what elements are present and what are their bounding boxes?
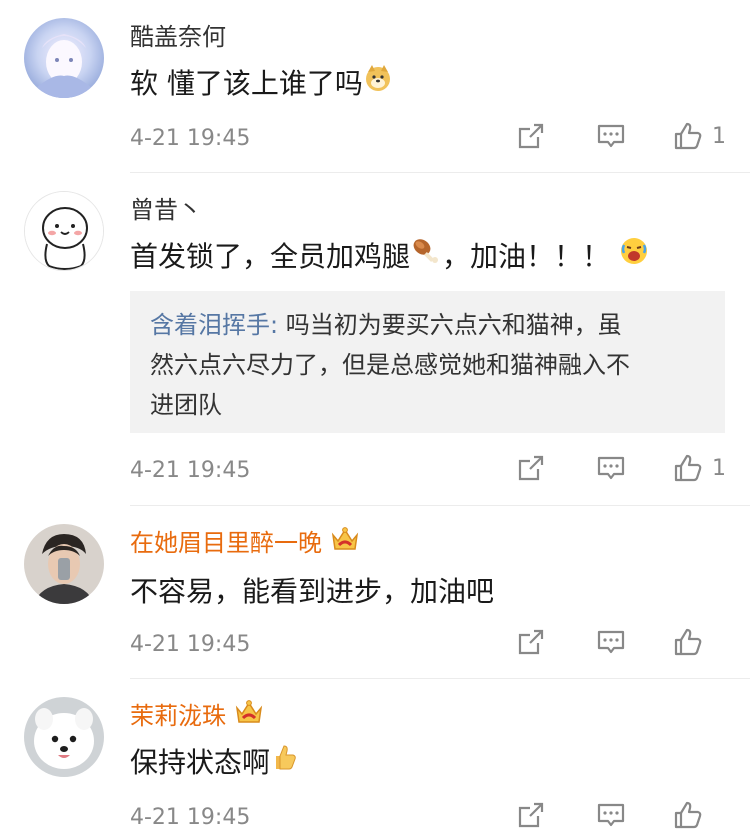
reply-line: 然六点六尽力了，但是总感觉她和猫神融入不 <box>150 351 630 379</box>
username[interactable]: 酷盖奈何 <box>130 22 226 52</box>
comment-item: 酷盖奈何 软 懂了该上谁了吗 4-21 19:45 1 <box>0 0 750 172</box>
avatar[interactable] <box>24 524 104 604</box>
share-button[interactable] <box>516 453 546 483</box>
share-icon <box>518 123 544 149</box>
comment-icon <box>597 803 625 827</box>
share-icon <box>518 629 544 655</box>
comment-text: 保持状态啊 <box>130 742 298 781</box>
drumstick-emoji <box>410 235 442 276</box>
excited-emoji <box>618 235 650 276</box>
reply-line: 含着泪挥手: 吗当初为要买六点六和猫神，虽 <box>150 305 705 345</box>
share-button[interactable] <box>516 627 546 657</box>
comment-button[interactable] <box>596 627 626 657</box>
timestamp: 4-21 19:45 <box>130 632 251 657</box>
comment-text-content: 保持状态啊 <box>130 746 271 779</box>
username[interactable]: 曾昔丶 <box>130 195 202 225</box>
comment-text: 软 懂了该上谁了吗 <box>130 63 393 102</box>
share-button[interactable] <box>516 121 546 151</box>
vip-crown-icon <box>234 698 264 733</box>
comment-button[interactable] <box>596 800 626 830</box>
reply-text: 吗当初为要买六点六和猫神，虽 <box>278 311 622 339</box>
comment-text: 不容易，能看到进步，加油吧 <box>130 575 495 608</box>
comment-button[interactable] <box>596 121 626 151</box>
like-button[interactable] <box>672 799 726 831</box>
comment-icon <box>597 124 625 148</box>
like-button[interactable]: 1 <box>672 120 726 152</box>
share-button[interactable] <box>516 800 546 830</box>
share-icon <box>518 455 544 481</box>
comment-actions: 1 <box>516 120 726 152</box>
comment-icon <box>597 456 625 480</box>
thumbs-up-emoji <box>270 742 298 781</box>
comment-text-part: 首发锁了，全员加鸡腿 <box>130 240 411 273</box>
thumbs-up-icon <box>674 628 702 656</box>
timestamp: 4-21 19:45 <box>130 805 251 830</box>
username-text: 茉莉泷珠 <box>130 702 226 730</box>
avatar[interactable] <box>24 697 104 777</box>
doge-emoji <box>363 63 393 102</box>
avatar[interactable] <box>24 18 104 98</box>
reply-username[interactable]: 含着泪挥手: <box>150 311 278 339</box>
share-icon <box>518 802 544 828</box>
like-count: 1 <box>712 455 726 481</box>
username[interactable]: 在她眉目里醉一晚 <box>130 525 360 560</box>
like-button[interactable] <box>672 626 726 658</box>
comment-text-part: ，加油！！！ <box>442 240 611 273</box>
like-button[interactable]: 1 <box>672 452 726 484</box>
avatar[interactable] <box>24 191 104 271</box>
timestamp: 4-21 19:45 <box>130 126 251 151</box>
quoted-reply[interactable]: 含着泪挥手: 吗当初为要买六点六和猫神，虽 然六点六尽力了，但是总感觉她和猫神融… <box>130 291 725 433</box>
comment-actions <box>516 626 726 658</box>
vip-crown-icon <box>330 525 360 560</box>
timestamp: 4-21 19:45 <box>130 458 251 483</box>
thumbs-up-icon <box>674 801 702 829</box>
username-text: 在她眉目里醉一晚 <box>130 529 322 557</box>
comment-icon <box>597 630 625 654</box>
comment-button[interactable] <box>596 453 626 483</box>
username[interactable]: 茉莉泷珠 <box>130 698 264 733</box>
comment-text-content: 软 懂了该上谁了吗 <box>130 67 363 100</box>
reply-line: 进团队 <box>150 391 222 419</box>
comment-text: 首发锁了，全员加鸡腿 ，加油！！！ <box>130 237 650 276</box>
comment-item: 曾昔丶 首发锁了，全员加鸡腿 ，加油！！！ 含着泪挥手: 吗当初为要买六点六和猫神… <box>0 173 750 505</box>
comment-item: 在她眉目里醉一晚 不容易，能看到进步，加油吧 4-21 19:45 <box>0 506 750 678</box>
like-count: 1 <box>712 123 726 149</box>
thumbs-up-icon <box>674 454 702 482</box>
comment-item: 茉莉泷珠 保持状态啊 4-21 19:45 <box>0 679 750 832</box>
comment-actions <box>516 799 726 831</box>
thumbs-up-icon <box>674 122 702 150</box>
comment-actions: 1 <box>516 452 726 484</box>
